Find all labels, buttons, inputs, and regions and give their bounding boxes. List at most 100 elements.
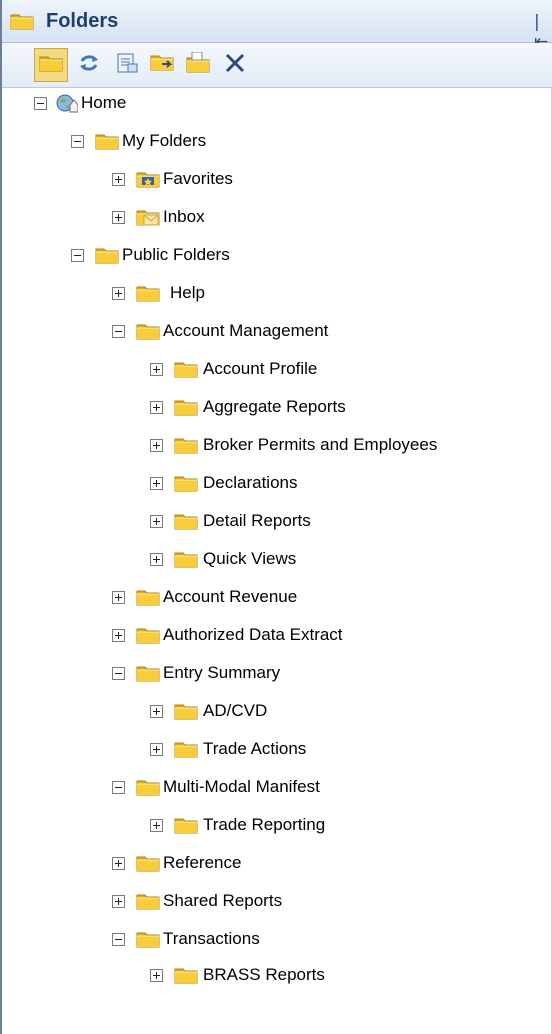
move-folder-icon — [150, 53, 176, 78]
tree-node-help[interactable]: Help — [112, 278, 205, 308]
tree-label: Trade Reporting — [203, 815, 326, 834]
tree-label: Authorized Data Extract — [163, 625, 343, 644]
expand-toggle-icon[interactable] — [150, 362, 163, 376]
tree-node-account-management[interactable]: Account Management — [112, 316, 328, 346]
tree-node-multi-modal-manifest[interactable]: Multi-Modal Manifest — [112, 772, 320, 802]
tree-node-detail-reports[interactable]: Detail Reports — [150, 506, 311, 536]
folder-icon — [136, 626, 160, 644]
folder-view-button[interactable] — [34, 48, 68, 82]
tree-node-authorized-data-extract[interactable]: Authorized Data Extract — [112, 620, 343, 650]
expand-toggle-icon[interactable] — [150, 742, 163, 756]
tree-node-home[interactable]: Home — [34, 88, 126, 118]
tree-label: Account Profile — [203, 359, 318, 378]
folder-view-icon — [39, 54, 63, 77]
tree-node-inbox[interactable]: Inbox — [112, 202, 205, 232]
folder-icon — [174, 474, 198, 492]
refresh-icon — [77, 51, 101, 80]
collapse-toggle-icon[interactable] — [112, 666, 125, 680]
inbox-icon — [136, 208, 160, 226]
new-folder-icon — [186, 51, 212, 79]
tree-label: Aggregate Reports — [203, 397, 346, 416]
expand-toggle-icon[interactable] — [112, 856, 125, 870]
tree-node-public-folders[interactable]: Public Folders — [71, 240, 230, 270]
tree-label: My Folders — [122, 131, 207, 150]
tree-node-transactions[interactable]: Transactions — [112, 924, 260, 954]
folder-icon — [136, 322, 160, 340]
folder-icon — [174, 360, 198, 378]
tree-label: Entry Summary — [163, 663, 281, 682]
expand-toggle-icon[interactable] — [112, 628, 125, 642]
folder-icon — [174, 512, 198, 530]
tree-node-trade-actions[interactable]: Trade Actions — [150, 734, 306, 764]
folder-icon — [174, 966, 198, 984]
collapse-toggle-icon[interactable] — [112, 932, 125, 946]
tree-label: Account Management — [163, 321, 329, 340]
tree-label: AD/CVD — [203, 701, 268, 720]
tree-label: Public Folders — [122, 245, 230, 264]
collapse-toggle-icon[interactable] — [71, 248, 84, 262]
refresh-button[interactable] — [72, 48, 106, 82]
collapse-toggle-icon[interactable] — [112, 780, 125, 794]
properties-button[interactable] — [110, 48, 144, 82]
panel-title: Folders — [46, 10, 119, 32]
properties-icon — [115, 51, 139, 80]
folder-icon — [136, 588, 160, 606]
expand-toggle-icon[interactable] — [112, 172, 125, 186]
expand-toggle-icon[interactable] — [150, 968, 163, 982]
tree-label: Quick Views — [203, 549, 297, 568]
tree-node-brass-reports[interactable]: BRASS Reports — [150, 960, 325, 990]
expand-toggle-icon[interactable] — [150, 818, 163, 832]
expand-toggle-icon[interactable] — [150, 476, 163, 490]
delete-button[interactable] — [218, 48, 252, 82]
expand-toggle-icon[interactable] — [150, 704, 163, 718]
tree-label: BRASS Reports — [203, 965, 325, 984]
folders-panel: Folders |⇤ Home My Folders Favorites Inb… — [0, 0, 552, 1034]
tree-node-my-folders[interactable]: My Folders — [71, 126, 206, 156]
new-folder-button[interactable] — [182, 48, 216, 82]
collapse-toggle-icon[interactable] — [34, 96, 47, 110]
expand-toggle-icon[interactable] — [112, 286, 125, 300]
toolbar — [2, 43, 552, 88]
tree-node-account-profile[interactable]: Account Profile — [150, 354, 317, 384]
collapse-toggle-icon[interactable] — [71, 134, 84, 148]
tree-label: Multi-Modal Manifest — [163, 777, 320, 796]
expand-toggle-icon[interactable] — [150, 400, 163, 414]
folder-icon — [136, 664, 160, 682]
folder-icon — [174, 740, 198, 758]
tree-label: Transactions — [163, 929, 260, 948]
tree-label: Broker Permits and Employees — [203, 435, 438, 454]
tree-node-favorites[interactable]: Favorites — [112, 164, 233, 194]
tree-label: Declarations — [203, 473, 298, 492]
folder-icon — [174, 702, 198, 720]
folder-icon — [136, 284, 160, 302]
folder-icon — [95, 246, 119, 264]
tree-node-broker-permits[interactable]: Broker Permits and Employees — [150, 430, 437, 460]
folder-icon — [136, 854, 160, 872]
folder-icon — [174, 398, 198, 416]
folder-icon — [95, 132, 119, 150]
tree-label: Inbox — [163, 207, 205, 226]
folder-icon — [136, 892, 160, 910]
tree-node-quick-views[interactable]: Quick Views — [150, 544, 296, 574]
expand-toggle-icon[interactable] — [150, 552, 163, 566]
tree-node-aggregate-reports[interactable]: Aggregate Reports — [150, 392, 346, 422]
tree-label: Home — [81, 93, 127, 112]
expand-toggle-icon[interactable] — [150, 438, 163, 452]
favorites-folder-icon — [136, 170, 160, 188]
expand-toggle-icon[interactable] — [112, 210, 125, 224]
tree-node-reference[interactable]: Reference — [112, 848, 241, 878]
expand-toggle-icon[interactable] — [112, 590, 125, 604]
move-folder-button[interactable] — [146, 48, 180, 82]
tree-node-account-revenue[interactable]: Account Revenue — [112, 582, 297, 612]
expand-toggle-icon[interactable] — [150, 514, 163, 528]
tree-label: Shared Reports — [163, 891, 283, 910]
expand-toggle-icon[interactable] — [112, 894, 125, 908]
tree-node-ad-cvd[interactable]: AD/CVD — [150, 696, 267, 726]
tree-node-declarations[interactable]: Declarations — [150, 468, 298, 498]
collapse-toggle-icon[interactable] — [112, 324, 125, 338]
tree-label: Detail Reports — [203, 511, 311, 530]
tree-node-entry-summary[interactable]: Entry Summary — [112, 658, 280, 688]
folder-icon — [10, 12, 34, 35]
tree-node-trade-reporting[interactable]: Trade Reporting — [150, 810, 325, 840]
tree-node-shared-reports[interactable]: Shared Reports — [112, 886, 282, 916]
